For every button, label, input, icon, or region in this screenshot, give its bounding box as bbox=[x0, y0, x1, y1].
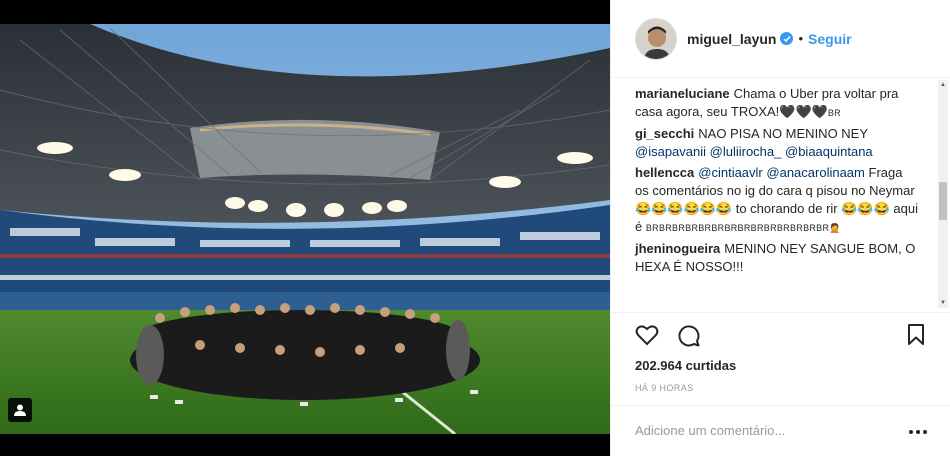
more-options-icon[interactable] bbox=[909, 430, 927, 434]
post-side-panel: miguel_layun • Seguir marianeluciane Cham… bbox=[610, 0, 950, 456]
comment-text: NAO PISA NO MENINO NEY bbox=[698, 126, 868, 141]
stadium-team-photo bbox=[0, 0, 610, 456]
comment-username[interactable]: hellencca bbox=[635, 165, 694, 180]
comment-item: hellencca @cintiaavlr @anacarolinaam Frag… bbox=[635, 164, 927, 237]
tagged-users-icon[interactable] bbox=[8, 398, 32, 422]
comment-username[interactable]: marianeluciane bbox=[635, 86, 730, 101]
heart-icon[interactable] bbox=[635, 324, 659, 351]
post-timestamp[interactable]: HÁ 9 HORAS bbox=[635, 383, 694, 393]
comment-mention[interactable]: @biaaquintana bbox=[785, 144, 873, 159]
comment-suffix: BR bbox=[827, 108, 841, 118]
follow-button[interactable]: Seguir bbox=[808, 31, 852, 47]
comments-list: marianeluciane Chama o Uber pra voltar pr… bbox=[611, 79, 950, 311]
username[interactable]: miguel_layun bbox=[687, 31, 776, 47]
comment-username[interactable]: gi_secchi bbox=[635, 126, 694, 141]
comments-scrollbar[interactable]: ▲ ▼ bbox=[938, 80, 948, 308]
scrollbar-thumb[interactable] bbox=[939, 182, 947, 220]
comment-username[interactable]: jheninogueira bbox=[635, 241, 720, 256]
separator-dot: • bbox=[798, 31, 804, 46]
instagram-post-window: miguel_layun • Seguir marianeluciane Cham… bbox=[0, 0, 950, 456]
scroll-up-icon[interactable]: ▲ bbox=[938, 80, 948, 90]
comment-mention[interactable]: @cintiaavlr bbox=[698, 165, 763, 180]
verified-badge-icon bbox=[780, 32, 794, 45]
comment-mention[interactable]: @luliirocha_ bbox=[710, 144, 782, 159]
add-comment-bar bbox=[611, 405, 950, 456]
comment-suffix: BRBRBRBRBRBRBRBRBRBRBRBRBRBR🤦 bbox=[645, 223, 841, 233]
bookmark-icon[interactable] bbox=[907, 324, 925, 351]
scroll-down-icon[interactable]: ▼ bbox=[938, 298, 948, 308]
post-header: miguel_layun • Seguir bbox=[611, 0, 950, 78]
post-photo[interactable] bbox=[0, 0, 610, 456]
comment-item: jheninogueira MENINO NEY SANGUE BOM, O HE… bbox=[635, 240, 927, 276]
action-bar bbox=[611, 312, 950, 356]
avatar[interactable] bbox=[635, 17, 677, 60]
comment-item: marianeluciane Chama o Uber pra voltar pr… bbox=[635, 85, 927, 122]
comment-item: gi_secchi NAO PISA NO MENINO NEY @isapava… bbox=[635, 125, 927, 161]
likes-count[interactable]: 202.964 curtidas bbox=[635, 358, 736, 373]
comment-input[interactable] bbox=[635, 423, 895, 438]
comment-bubble-icon[interactable] bbox=[677, 324, 701, 353]
comment-mention[interactable]: @anacarolinaam bbox=[766, 165, 864, 180]
comment-mention[interactable]: @isapavanii bbox=[635, 144, 706, 159]
